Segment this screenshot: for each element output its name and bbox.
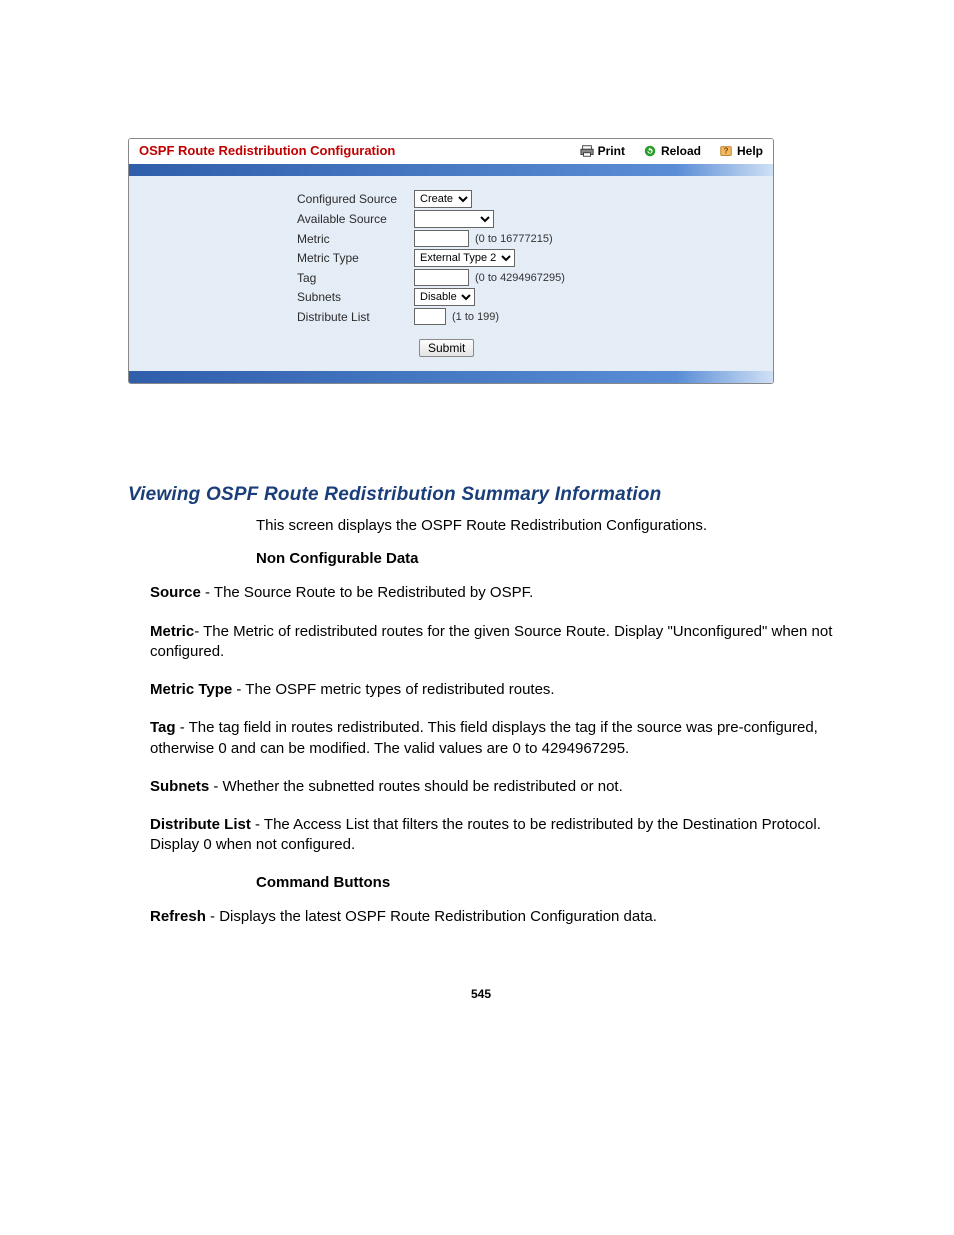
metric-input[interactable] [414,230,469,247]
submit-row: Submit [139,339,763,357]
metric-type-select[interactable]: External Type 2 [414,249,515,267]
section-heading: Viewing OSPF Route Redistribution Summar… [128,484,834,506]
row-metric-type: Metric Type External Type 2 [139,249,763,267]
tag-hint: (0 to 4294967295) [475,272,565,284]
tag-input[interactable] [414,269,469,286]
row-tag: Tag (0 to 4294967295) [139,269,763,286]
desc-metric-type: Metric Type - The OSPF metric types of r… [150,680,834,700]
term-refresh: Refresh [150,908,206,925]
help-button[interactable]: ? Help [719,144,763,158]
term-source: Source [150,584,201,601]
configured-source-select[interactable]: Create [414,190,472,208]
bottom-bar [129,371,773,383]
desc-subnets: Subnets - Whether the subnetted routes s… [150,777,834,797]
metric-hint: (0 to 16777215) [475,233,553,245]
reload-icon [643,144,657,158]
label-metric-type: Metric Type [139,251,414,265]
print-label: Print [598,144,625,158]
text-metric: - The Metric of redistributed routes for… [150,623,832,660]
distribute-list-input[interactable] [414,308,446,325]
row-available-source: Available Source [139,210,763,228]
available-source-select[interactable] [414,210,494,228]
form-area: Configured Source Create Available Sourc… [129,176,773,371]
subnets-select[interactable]: Disable [414,288,475,306]
label-available-source: Available Source [139,212,414,226]
desc-source: Source - The Source Route to be Redistri… [150,583,834,603]
reload-label: Reload [661,144,701,158]
print-button[interactable]: Print [580,144,625,158]
text-refresh: - Displays the latest OSPF Route Redistr… [206,908,657,925]
term-metric: Metric [150,623,194,640]
text-tag: - The tag field in routes redistributed.… [150,719,818,756]
submit-button[interactable]: Submit [419,339,474,357]
top-bar [129,164,773,176]
row-distribute-list: Distribute List (1 to 199) [139,308,763,325]
label-distribute-list: Distribute List [139,310,414,324]
row-configured-source: Configured Source Create [139,190,763,208]
panel-actions: Print Reload ? Help [580,144,763,158]
row-subnets: Subnets Disable [139,288,763,306]
desc-refresh: Refresh - Displays the latest OSPF Route… [150,907,834,927]
reload-button[interactable]: Reload [643,144,701,158]
label-tag: Tag [139,271,414,285]
distribute-list-hint: (1 to 199) [452,311,499,323]
intro-text: This screen displays the OSPF Route Redi… [256,516,834,536]
desc-dist-list: Distribute List - The Access List that f… [150,815,834,856]
desc-metric: Metric- The Metric of redistributed rout… [150,622,834,663]
help-icon: ? [719,144,733,158]
page-number: 545 [128,987,834,1001]
term-subnets: Subnets [150,778,209,795]
panel-title: OSPF Route Redistribution Configuration [139,143,580,158]
text-source: - The Source Route to be Redistributed b… [201,584,533,601]
term-metric-type: Metric Type [150,681,232,698]
label-metric: Metric [139,232,414,246]
non-config-heading: Non Configurable Data [256,550,834,567]
help-label: Help [737,144,763,158]
row-metric: Metric (0 to 16777215) [139,230,763,247]
term-dist-list: Distribute List [150,816,251,833]
printer-icon [580,144,594,158]
svg-text:?: ? [724,146,729,155]
panel-header: OSPF Route Redistribution Configuration … [129,139,773,164]
term-tag: Tag [150,719,176,736]
text-subnets: - Whether the subnetted routes should be… [209,778,623,795]
command-buttons-heading: Command Buttons [256,874,834,891]
text-dist-list: - The Access List that filters the route… [150,816,821,853]
desc-tag: Tag - The tag field in routes redistribu… [150,718,834,759]
label-configured-source: Configured Source [139,192,414,206]
text-metric-type: - The OSPF metric types of redistributed… [232,681,554,698]
label-subnets: Subnets [139,290,414,304]
config-panel: OSPF Route Redistribution Configuration … [128,138,774,384]
